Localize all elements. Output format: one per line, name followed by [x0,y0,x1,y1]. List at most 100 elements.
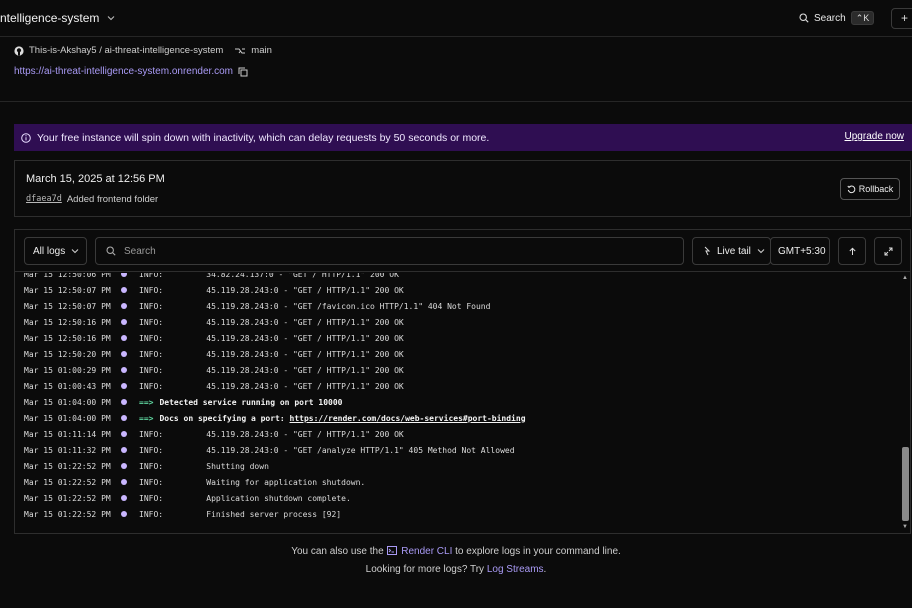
commit-hash-link[interactable]: dfaea7d [26,194,62,205]
chevron-down-icon [71,249,79,254]
log-toolbar: All logs Search Live tail GMT+5:30 [15,230,910,272]
top-bar: ntelligence-system Search ⌃K + [0,0,912,37]
log-search-input[interactable]: Search [95,237,684,265]
rollback-icon [847,185,855,193]
log-line: Mar 15 01:22:52 PM INFO: Finished server … [24,506,341,522]
log-line: Mar 15 12:50:16 PM INFO: 45.119.28.243:0 … [24,330,404,346]
log-message: Application shutdown complete. [187,493,351,503]
log-level: INFO: [139,365,164,375]
footer-streams-prefix: Looking for more logs? Try [365,564,485,575]
log-line: Mar 15 12:50:07 PM INFO: 45.119.28.243:0 … [24,282,404,298]
chevron-down-icon [757,249,765,254]
branch-icon [235,48,246,53]
log-source-dot-icon [121,273,127,277]
log-line: Mar 15 01:11:14 PM INFO: 45.119.28.243:0 … [24,426,404,442]
log-message: 45.119.28.243:0 - "GET / HTTP/1.1" 200 O… [187,349,404,359]
log-level: INFO: [139,317,164,327]
log-source-dot-icon [121,319,127,325]
global-search-button[interactable]: Search ⌃K [799,11,875,25]
log-filter-label: All logs [33,245,66,257]
log-source-dot-icon [121,479,127,485]
chevron-down-icon [107,16,115,21]
upgrade-now-link[interactable]: Upgrade now [845,131,904,142]
log-source-dot-icon [121,303,127,309]
log-timestamp: Mar 15 01:22:52 PM [24,509,111,519]
log-timestamp: Mar 15 01:11:32 PM [24,445,111,455]
branch-name: main [251,45,272,56]
log-source-dot-icon [121,287,127,293]
log-timestamp: Mar 15 12:50:07 PM [24,301,111,311]
log-level: INFO: [139,461,164,471]
search-label: Search [814,12,846,24]
scroll-down-arrow-icon[interactable]: ▼ [902,524,908,530]
repo-info: This-is-Akshay5 / ai-threat-intelligence… [14,45,272,56]
search-shortcut: ⌃K [850,11,875,25]
log-source-dot-icon [121,511,127,517]
log-line: Mar 15 12:50:16 PM INFO: 45.119.28.243:0 … [24,314,404,330]
log-filter-select[interactable]: All logs [24,237,87,265]
render-cli-link[interactable]: Render CLI [401,546,452,557]
terminal-icon [387,546,398,555]
log-source-dot-icon [121,447,127,453]
log-line: Mar 15 01:22:52 PM INFO: Shutting down [24,458,269,474]
live-tail-select[interactable]: Live tail [692,237,771,265]
log-source-dot-icon [121,367,127,373]
log-level: INFO: [139,429,164,439]
service-url-link[interactable]: https://ai-threat-intelligence-system.on… [14,66,233,77]
log-timestamp: Mar 15 12:50:16 PM [24,317,111,327]
log-timestamp: Mar 15 01:00:43 PM [24,381,111,391]
log-source-dot-icon [121,463,127,469]
log-message: 45.119.28.243:0 - "GET / HTTP/1.1" 200 O… [187,317,404,327]
log-message: 34.82.24.137:0 - "GET / HTTP/1.1" 200 OK [187,273,399,279]
log-message: Waiting for application shutdown. [187,477,366,487]
arrow-up-icon [848,247,856,255]
log-scrollbar-thumb[interactable] [902,447,909,521]
commit-info: dfaea7d Added frontend folder [26,194,158,205]
footer-cli-suffix: to explore logs in your command line. [455,546,621,557]
log-level: INFO: [139,509,164,519]
search-icon [799,13,809,23]
log-source-dot-icon [121,415,127,421]
log-level: INFO: [139,301,164,311]
log-level: INFO: [139,333,164,343]
repo-path[interactable]: This-is-Akshay5 / ai-threat-intelligence… [29,45,223,56]
log-line: Mar 15 01:22:52 PM INFO: Waiting for appl… [24,474,365,490]
copy-icon[interactable] [238,67,248,77]
rollback-label: Rollback [858,184,894,194]
log-arrow: ==> [139,397,154,407]
scroll-up-arrow-icon[interactable]: ▲ [902,275,908,281]
log-streams-link[interactable]: Log Streams [487,564,544,575]
service-url: https://ai-threat-intelligence-system.on… [14,66,248,77]
service-selector[interactable]: ntelligence-system [0,11,115,25]
log-source-dot-icon [121,351,127,357]
timezone-button[interactable]: GMT+5:30 [770,237,830,265]
log-timestamp: Mar 15 01:22:52 PM [24,477,111,487]
fullscreen-button[interactable] [874,237,902,265]
new-button[interactable]: + [891,8,912,29]
log-message: Shutting down [187,461,269,471]
rollback-button[interactable]: Rollback [840,178,900,200]
log-timestamp: Mar 15 12:50:07 PM [24,285,111,295]
log-message: Docs on specifying a port: [159,413,290,423]
log-source-dot-icon [121,399,127,405]
scroll-top-button[interactable] [838,237,866,265]
timezone-label: GMT+5:30 [778,245,826,257]
log-arrow: ==> [139,413,154,423]
log-line: Mar 15 01:22:52 PM INFO: Application shut… [24,490,351,506]
live-tail-label: Live tail [717,245,751,257]
log-message: Detected service running on port 10000 [159,397,343,407]
log-docs-link[interactable]: https://render.com/docs/web-services#por… [290,414,526,423]
log-line: Mar 15 01:00:43 PM INFO: 45.119.28.243:0 … [24,378,404,394]
log-line: Mar 15 01:04:00 PM ==> Docs on specifying … [24,410,526,426]
service-name: ntelligence-system [0,11,100,25]
expand-icon [884,247,892,255]
log-message: 45.119.28.243:0 - "GET / HTTP/1.1" 200 O… [187,285,404,295]
log-source-dot-icon [121,495,127,501]
log-line: Mar 15 12:50:20 PM INFO: 45.119.28.243:0 … [24,346,404,362]
log-timestamp: Mar 15 12:50:16 PM [24,333,111,343]
log-source-dot-icon [121,431,127,437]
log-line: Mar 15 01:00:29 PM INFO: 45.119.28.243:0 … [24,362,404,378]
footer-streams-suffix: . [543,564,547,575]
log-line: Mar 15 01:04:00 PM ==> Detected service ru… [24,394,342,410]
deploy-date: March 15, 2025 at 12:56 PM [26,173,165,185]
